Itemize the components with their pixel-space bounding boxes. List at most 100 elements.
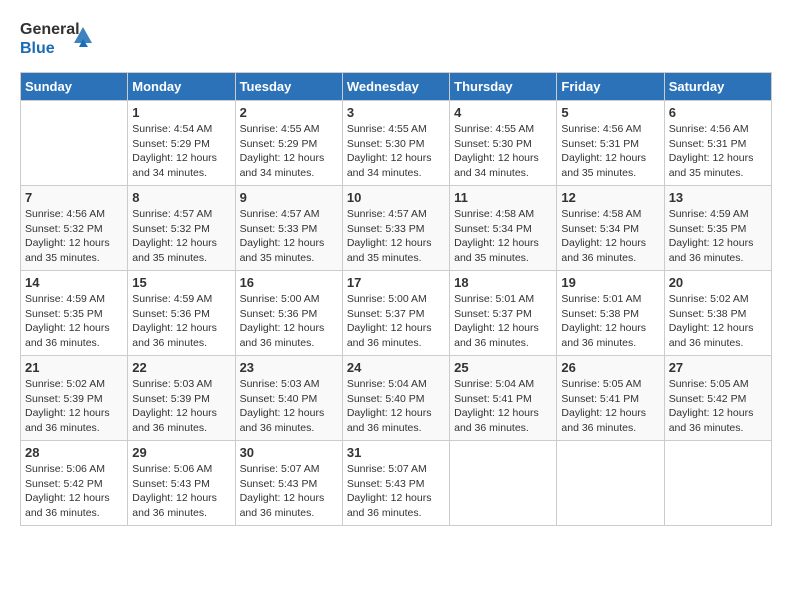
weekday-header-wednesday: Wednesday — [342, 73, 449, 101]
day-info: Sunrise: 4:56 AMSunset: 5:31 PMDaylight:… — [561, 122, 659, 181]
daylight-text-cont: and 36 minutes. — [25, 506, 123, 521]
sunset-text: Sunset: 5:29 PM — [240, 137, 338, 152]
sunrise-text: Sunrise: 5:07 AM — [240, 462, 338, 477]
daylight-text-cont: and 36 minutes. — [347, 421, 445, 436]
daylight-text: Daylight: 12 hours — [240, 491, 338, 506]
sunset-text: Sunset: 5:32 PM — [132, 222, 230, 237]
daylight-text: Daylight: 12 hours — [132, 406, 230, 421]
sunrise-text: Sunrise: 5:03 AM — [132, 377, 230, 392]
daylight-text: Daylight: 12 hours — [561, 406, 659, 421]
sunset-text: Sunset: 5:39 PM — [132, 392, 230, 407]
calendar-cell: 15Sunrise: 4:59 AMSunset: 5:36 PMDayligh… — [128, 271, 235, 356]
day-info: Sunrise: 5:02 AMSunset: 5:38 PMDaylight:… — [669, 292, 767, 351]
daylight-text: Daylight: 12 hours — [240, 151, 338, 166]
sunset-text: Sunset: 5:32 PM — [25, 222, 123, 237]
day-info: Sunrise: 4:57 AMSunset: 5:32 PMDaylight:… — [132, 207, 230, 266]
daylight-text-cont: and 36 minutes. — [25, 336, 123, 351]
logo-container: General Blue — [20, 20, 94, 62]
calendar-cell: 14Sunrise: 4:59 AMSunset: 5:35 PMDayligh… — [21, 271, 128, 356]
calendar-cell: 11Sunrise: 4:58 AMSunset: 5:34 PMDayligh… — [450, 186, 557, 271]
day-number: 14 — [25, 275, 123, 290]
daylight-text-cont: and 36 minutes. — [454, 336, 552, 351]
calendar-cell — [557, 441, 664, 526]
calendar-cell: 26Sunrise: 5:05 AMSunset: 5:41 PMDayligh… — [557, 356, 664, 441]
daylight-text-cont: and 34 minutes. — [132, 166, 230, 181]
day-number: 31 — [347, 445, 445, 460]
day-info: Sunrise: 4:56 AMSunset: 5:32 PMDaylight:… — [25, 207, 123, 266]
calendar-week-4: 21Sunrise: 5:02 AMSunset: 5:39 PMDayligh… — [21, 356, 772, 441]
logo-line1: General — [20, 20, 70, 39]
sunrise-text: Sunrise: 5:01 AM — [561, 292, 659, 307]
sunrise-text: Sunrise: 4:55 AM — [240, 122, 338, 137]
daylight-text-cont: and 36 minutes. — [561, 336, 659, 351]
sunset-text: Sunset: 5:33 PM — [240, 222, 338, 237]
day-info: Sunrise: 5:01 AMSunset: 5:37 PMDaylight:… — [454, 292, 552, 351]
day-info: Sunrise: 4:57 AMSunset: 5:33 PMDaylight:… — [347, 207, 445, 266]
calendar-cell: 28Sunrise: 5:06 AMSunset: 5:42 PMDayligh… — [21, 441, 128, 526]
calendar-cell: 10 Sunrise: 4:57 AMSunset: 5:33 PMDayligh… — [342, 186, 449, 271]
sunset-text: Sunset: 5:41 PM — [454, 392, 552, 407]
calendar-cell: 7Sunrise: 4:56 AMSunset: 5:32 PMDaylight… — [21, 186, 128, 271]
logo: General Blue — [20, 20, 94, 62]
weekday-header-row: SundayMondayTuesdayWednesdayThursdayFrid… — [21, 73, 772, 101]
day-info: Sunrise: 5:07 AMSunset: 5:43 PMDaylight:… — [240, 462, 338, 521]
day-info: Sunrise: 5:04 AMSunset: 5:40 PMDaylight:… — [347, 377, 445, 436]
daylight-text-cont: and 36 minutes. — [454, 421, 552, 436]
day-number: 8 — [132, 190, 230, 205]
calendar-cell: 20Sunrise: 5:02 AMSunset: 5:38 PMDayligh… — [664, 271, 771, 356]
weekday-header-thursday: Thursday — [450, 73, 557, 101]
daylight-text-cont: and 36 minutes. — [132, 336, 230, 351]
day-info: Sunrise: 5:05 AMSunset: 5:42 PMDaylight:… — [669, 377, 767, 436]
calendar-cell: 13Sunrise: 4:59 AMSunset: 5:35 PMDayligh… — [664, 186, 771, 271]
daylight-text-cont: and 35 minutes. — [454, 251, 552, 266]
calendar-cell: 3Sunrise: 4:55 AMSunset: 5:30 PMDaylight… — [342, 101, 449, 186]
sunset-text: Sunset: 5:35 PM — [669, 222, 767, 237]
day-info: Sunrise: 5:00 AMSunset: 5:37 PMDaylight:… — [347, 292, 445, 351]
calendar-cell: 19Sunrise: 5:01 AMSunset: 5:38 PMDayligh… — [557, 271, 664, 356]
day-number: 6 — [669, 105, 767, 120]
day-info: Sunrise: 5:00 AMSunset: 5:36 PMDaylight:… — [240, 292, 338, 351]
day-number: 18 — [454, 275, 552, 290]
calendar-cell: 29 Sunrise: 5:06 AMSunset: 5:43 PMDayligh… — [128, 441, 235, 526]
sunset-text: Sunset: 5:35 PM — [25, 307, 123, 322]
day-info: Sunrise: 5:05 AMSunset: 5:41 PMDaylight:… — [561, 377, 659, 436]
daylight-text: Daylight: 12 hours — [25, 236, 123, 251]
sunset-text: Sunset: 5:36 PM — [240, 307, 338, 322]
calendar-cell — [664, 441, 771, 526]
sunrise-text: Sunrise: 4:57 AM — [132, 207, 230, 222]
day-number: 28 — [25, 445, 123, 460]
sunset-text: Sunset: 5:41 PM — [561, 392, 659, 407]
daylight-text-cont: and 36 minutes. — [240, 421, 338, 436]
daylight-text-cont: and 36 minutes. — [347, 506, 445, 521]
calendar-cell: 9Sunrise: 4:57 AMSunset: 5:33 PMDaylight… — [235, 186, 342, 271]
daylight-text: Daylight: 12 hours — [669, 236, 767, 251]
sunset-text: Sunset: 5:34 PM — [561, 222, 659, 237]
sunrise-text: Sunrise: 5:04 AM — [347, 377, 445, 392]
sunrise-text: Sunrise: 4:55 AM — [454, 122, 552, 137]
day-number: 29 — [132, 445, 230, 460]
sunrise-text: Sunrise: 4:56 AM — [561, 122, 659, 137]
sunrise-text: Sunrise: 4:59 AM — [669, 207, 767, 222]
day-number: 22 — [132, 360, 230, 375]
daylight-text: Daylight: 12 hours — [25, 491, 123, 506]
day-number: 19 — [561, 275, 659, 290]
calendar-week-2: 7Sunrise: 4:56 AMSunset: 5:32 PMDaylight… — [21, 186, 772, 271]
sunrise-text: Sunrise: 4:57 AM — [240, 207, 338, 222]
calendar-week-1: 1Sunrise: 4:54 AMSunset: 5:29 PMDaylight… — [21, 101, 772, 186]
sunset-text: Sunset: 5:36 PM — [132, 307, 230, 322]
weekday-header-saturday: Saturday — [664, 73, 771, 101]
calendar-cell: 23Sunrise: 5:03 AMSunset: 5:40 PMDayligh… — [235, 356, 342, 441]
daylight-text-cont: and 36 minutes. — [25, 421, 123, 436]
day-number: 10 — [347, 190, 445, 205]
calendar-cell — [450, 441, 557, 526]
day-info: Sunrise: 4:55 AMSunset: 5:30 PMDaylight:… — [454, 122, 552, 181]
sunrise-text: Sunrise: 5:02 AM — [25, 377, 123, 392]
day-info: Sunrise: 5:03 AMSunset: 5:39 PMDaylight:… — [132, 377, 230, 436]
day-info: Sunrise: 4:57 AMSunset: 5:33 PMDaylight:… — [240, 207, 338, 266]
daylight-text: Daylight: 12 hours — [132, 151, 230, 166]
sunset-text: Sunset: 5:43 PM — [132, 477, 230, 492]
sunset-text: Sunset: 5:37 PM — [347, 307, 445, 322]
daylight-text-cont: and 35 minutes. — [240, 251, 338, 266]
sunrise-text: Sunrise: 5:00 AM — [240, 292, 338, 307]
day-info: Sunrise: 5:06 AMSunset: 5:43 PMDaylight:… — [132, 462, 230, 521]
